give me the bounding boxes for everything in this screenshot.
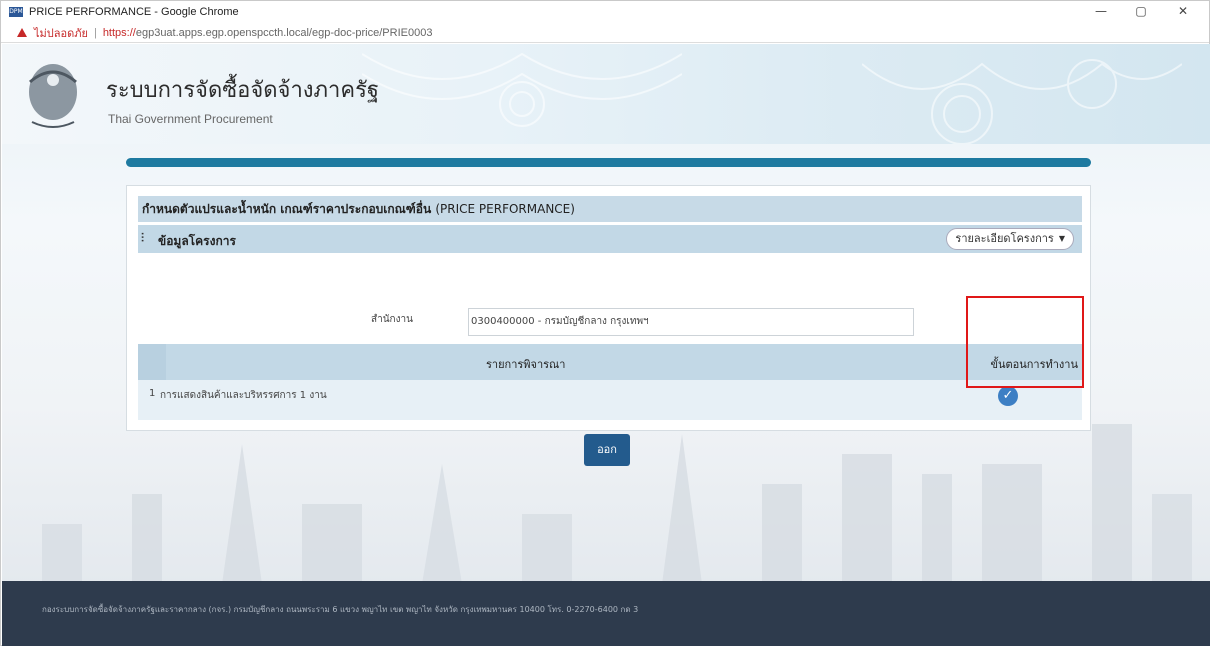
url-text: egp3uat.apps.egp.openspccth.local/egp-do…	[135, 26, 433, 39]
agency-label: สำนักงาน	[371, 314, 413, 325]
footer-text: กองระบบการจัดซื้อจัดจ้างภาครัฐและราคากลา…	[42, 605, 639, 614]
window-title: PRICE PERFORMANCE - Google Chrome	[29, 6, 239, 18]
sliders-icon: ⫶	[141, 231, 145, 245]
column-header-items: รายการพิจารณา	[486, 358, 566, 371]
check-circle-icon[interactable]: ✓	[998, 386, 1018, 406]
skyline-background	[42, 424, 1192, 584]
site-footer: กองระบบการจัดซื้อจัดจ้างภาครัฐและราคากลา…	[2, 581, 1210, 646]
garuda-logo-icon	[29, 64, 77, 128]
browser-window: DPM PRICE PERFORMANCE - Google Chrome — …	[0, 0, 1210, 646]
warning-icon	[17, 28, 27, 37]
exit-button[interactable]: ออก	[584, 434, 630, 466]
url-protocol: https://	[102, 26, 136, 39]
site-title-en: Thai Government Procurement	[108, 112, 273, 126]
site-header: ระบบการจัดซื้อจัดจ้างภาครัฐ Thai Governm…	[2, 44, 1210, 144]
minimize-button[interactable]: —	[1083, 1, 1119, 23]
browser-titlebar: DPM PRICE PERFORMANCE - Google Chrome — …	[1, 1, 1209, 23]
project-detail-label: รายละเอียดโครงการ	[955, 232, 1054, 245]
row-text: การแสดงสินค้าและบริหรรศการ 1 งาน	[160, 390, 327, 401]
highlight-annotation	[966, 296, 1084, 388]
caret-down-icon: ▼	[1058, 234, 1065, 243]
maximize-button[interactable]: ▢	[1123, 1, 1159, 23]
close-button[interactable]: ✕	[1165, 1, 1201, 23]
main-card: กำหนดตัวแปรและน้ำหนัก เกณฑ์ราคาประกอบเกณ…	[126, 185, 1091, 431]
table-row: 1 การแสดงสินค้าและบริหรรศการ 1 งาน ✓	[138, 380, 1082, 420]
agency-field[interactable]: 0300400000 - กรมบัญชีกลาง กรุงเทพฯ	[468, 308, 914, 336]
table-header: รายการพิจารณา ขั้นตอนการทำงาน	[138, 344, 1082, 380]
address-bar[interactable]: ไม่ปลอดภัย | https:// egp3uat.apps.egp.o…	[1, 23, 1209, 43]
card-heading: กำหนดตัวแปรและน้ำหนัก เกณฑ์ราคาประกอบเกณ…	[138, 196, 1082, 222]
header-pattern	[362, 52, 682, 127]
project-detail-dropdown[interactable]: รายละเอียดโครงการ ▼	[946, 228, 1074, 250]
table-number-column	[138, 344, 166, 380]
section-label: ข้อมูลโครงการ	[158, 234, 236, 248]
project-info-section: ⫶ ข้อมูลโครงการ รายละเอียดโครงการ ▼	[138, 225, 1082, 253]
card-heading-en: (PRICE PERFORMANCE)	[435, 202, 575, 216]
app-icon: DPM	[9, 7, 23, 17]
header-pattern-right	[862, 59, 1182, 144]
row-number: 1	[149, 388, 156, 399]
progress-bar	[126, 158, 1091, 167]
not-secure-label[interactable]: ไม่ปลอดภัย	[34, 24, 88, 42]
card-heading-th: กำหนดตัวแปรและน้ำหนัก เกณฑ์ราคาประกอบเกณ…	[142, 202, 432, 216]
address-separator: |	[93, 26, 97, 39]
site-title-th: ระบบการจัดซื้อจัดจ้างภาครัฐ	[106, 78, 380, 103]
